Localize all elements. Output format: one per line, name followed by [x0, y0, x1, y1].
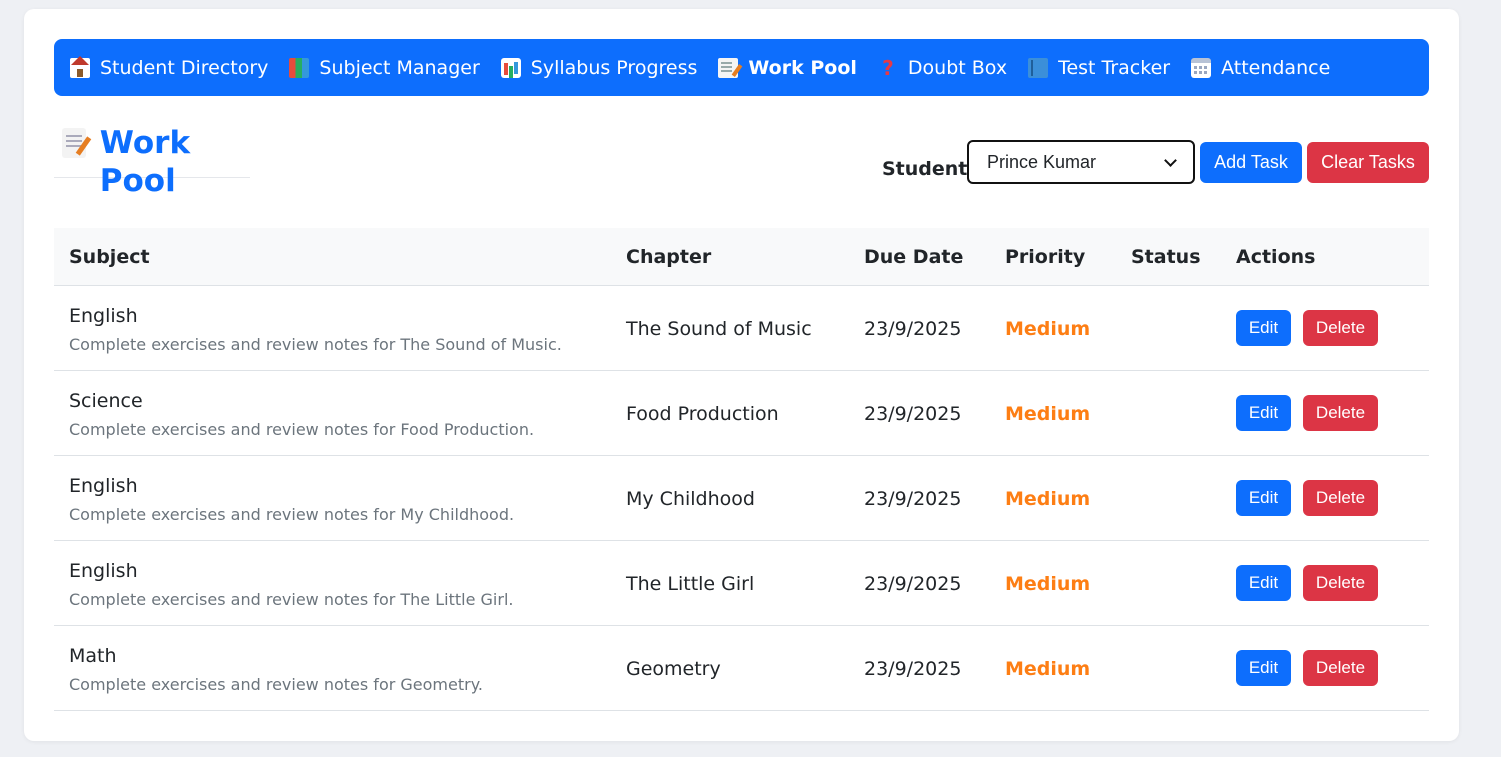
- row-priority: Medium: [1005, 488, 1091, 510]
- calendar-icon: [1191, 57, 1212, 78]
- book-icon: [1028, 57, 1049, 78]
- table-row: Math Complete exercises and review notes…: [54, 626, 1429, 711]
- chevron-down-icon: [1164, 153, 1177, 167]
- row-due-date: 23/9/2025: [864, 573, 962, 595]
- edit-button[interactable]: Edit: [1236, 650, 1291, 686]
- table-row: English Complete exercises and review no…: [54, 456, 1429, 541]
- table-row: Science Complete exercises and review no…: [54, 371, 1429, 456]
- delete-button[interactable]: Delete: [1303, 480, 1378, 516]
- table-row: English Complete exercises and review no…: [54, 286, 1429, 371]
- row-description: Complete exercises and review notes for …: [69, 675, 483, 694]
- nav-item-attendance[interactable]: Attendance: [1191, 57, 1330, 79]
- clear-tasks-button[interactable]: Clear Tasks: [1307, 142, 1429, 183]
- nav-item-label: Subject Manager: [319, 56, 480, 79]
- row-subject: English: [69, 475, 138, 497]
- header-status: Status: [1131, 246, 1201, 268]
- student-select[interactable]: Prince Kumar: [967, 140, 1195, 184]
- row-priority: Medium: [1005, 318, 1091, 340]
- nav-item-label: Attendance: [1221, 56, 1331, 79]
- edit-button[interactable]: Edit: [1236, 395, 1291, 431]
- page-title: Work Pool: [99, 125, 191, 199]
- memo-icon: [62, 128, 86, 158]
- nav-item-label: Test Tracker: [1058, 56, 1171, 79]
- memo-icon: [718, 57, 739, 78]
- row-due-date: 23/9/2025: [864, 318, 962, 340]
- row-chapter: The Sound of Music: [626, 318, 812, 340]
- nav-item-label: Syllabus Progress: [530, 56, 698, 79]
- row-priority: Medium: [1005, 403, 1091, 425]
- edit-button[interactable]: Edit: [1236, 310, 1291, 346]
- nav-item-syllabus-progress[interactable]: Syllabus Progress: [500, 56, 698, 79]
- nav-item-label: Student Directory: [100, 56, 269, 79]
- nav-item-student-directory[interactable]: Student Directory: [70, 55, 269, 79]
- school-icon: [70, 55, 90, 78]
- row-subject: Math: [69, 645, 117, 667]
- row-description: Complete exercises and review notes for …: [69, 420, 535, 439]
- main-card: Student Directory Subject Manager Syllab…: [24, 9, 1459, 741]
- delete-button[interactable]: Delete: [1303, 395, 1378, 431]
- table-header: Subject Chapter Due Date Priority Status…: [54, 228, 1429, 286]
- nav-item-label: Work Pool: [748, 56, 857, 79]
- add-task-button[interactable]: Add Task: [1200, 142, 1302, 183]
- row-chapter: Geometry: [626, 658, 721, 680]
- nav-item-test-tracker[interactable]: Test Tracker: [1028, 57, 1170, 79]
- row-due-date: 23/9/2025: [864, 658, 962, 680]
- row-subject: English: [69, 305, 138, 327]
- row-subject: English: [69, 560, 138, 582]
- student-label: Student:: [882, 158, 975, 180]
- row-priority: Medium: [1005, 658, 1091, 680]
- header-chapter: Chapter: [626, 246, 712, 268]
- row-chapter: The Little Girl: [626, 573, 755, 595]
- edit-button[interactable]: Edit: [1236, 565, 1291, 601]
- row-description: Complete exercises and review notes for …: [69, 335, 562, 354]
- question-icon: ?: [882, 55, 894, 80]
- delete-button[interactable]: Delete: [1303, 650, 1378, 686]
- row-chapter: My Childhood: [626, 488, 755, 510]
- tasks-table: Subject Chapter Due Date Priority Status…: [54, 228, 1429, 711]
- nav-item-label: Doubt Box: [907, 56, 1008, 79]
- row-description: Complete exercises and review notes for …: [69, 505, 515, 524]
- table-row: English Complete exercises and review no…: [54, 541, 1429, 626]
- row-priority: Medium: [1005, 573, 1091, 595]
- header-due-date: Due Date: [864, 246, 964, 268]
- header-priority: Priority: [1005, 246, 1086, 268]
- student-select-value: Prince Kumar: [987, 151, 1097, 172]
- nav-item-subject-manager[interactable]: Subject Manager: [289, 56, 480, 79]
- row-description: Complete exercises and review notes for …: [69, 590, 514, 609]
- row-due-date: 23/9/2025: [864, 488, 962, 510]
- page-heading: Work Pool: [54, 124, 250, 199]
- nav-item-work-pool[interactable]: Work Pool: [718, 57, 857, 79]
- bar-chart-icon: [500, 57, 521, 78]
- header-subject: Subject: [69, 246, 150, 268]
- books-icon: [289, 57, 310, 78]
- row-subject: Science: [69, 390, 143, 412]
- row-chapter: Food Production: [626, 403, 779, 425]
- edit-button[interactable]: Edit: [1236, 480, 1291, 516]
- header-actions: Actions: [1236, 246, 1316, 268]
- nav-item-doubt-box[interactable]: ? Doubt Box: [878, 57, 1007, 79]
- row-due-date: 23/9/2025: [864, 403, 962, 425]
- delete-button[interactable]: Delete: [1303, 310, 1378, 346]
- top-nav: Student Directory Subject Manager Syllab…: [54, 39, 1429, 96]
- delete-button[interactable]: Delete: [1303, 565, 1378, 601]
